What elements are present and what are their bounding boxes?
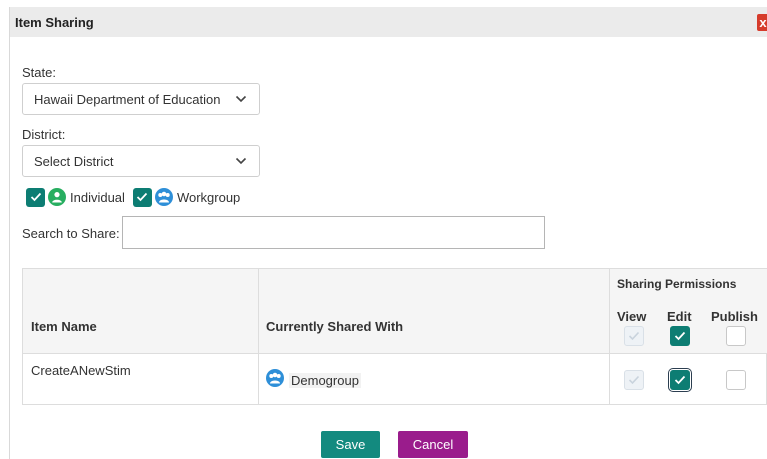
group-icon <box>266 369 284 387</box>
column-divider <box>609 269 610 404</box>
edit-header: Edit <box>667 309 692 324</box>
individual-label: Individual <box>70 189 125 205</box>
state-label: State: <box>22 65 56 80</box>
view-checkbox <box>624 370 644 390</box>
share-type-filters: Individual Workgroup <box>26 186 240 208</box>
shared-with-cell: Demogroup <box>289 373 361 388</box>
state-select[interactable]: Hawaii Department of Education <box>22 83 260 115</box>
search-input[interactable] <box>122 216 545 249</box>
dialog-title: Item Sharing <box>15 15 94 30</box>
sharing-permissions-header: Sharing Permissions <box>617 277 737 291</box>
checkmark-icon <box>674 375 686 385</box>
item-name-cell: CreateANewStim <box>31 363 131 378</box>
state-selected-value: Hawaii Department of Education <box>34 92 221 107</box>
column-divider <box>258 269 259 404</box>
person-icon <box>48 188 66 206</box>
checkmark-icon <box>628 331 640 341</box>
chevron-down-icon <box>235 95 247 103</box>
publish-checkbox[interactable] <box>726 370 746 390</box>
shared-with-header: Currently Shared With <box>266 319 404 334</box>
checkmark-icon <box>30 192 41 202</box>
edit-checkbox[interactable] <box>670 370 690 390</box>
checkmark-icon <box>628 375 640 385</box>
cancel-button[interactable]: Cancel <box>398 431 468 458</box>
save-button[interactable]: Save <box>321 431 380 458</box>
individual-checkbox[interactable] <box>26 187 45 207</box>
publish-header: Publish <box>711 309 758 324</box>
district-label: District: <box>22 127 66 142</box>
sharing-table: Item Name Currently Shared With Sharing … <box>22 268 767 405</box>
view-header: View <box>617 309 647 324</box>
close-icon: x <box>759 15 767 30</box>
close-button[interactable]: x <box>757 14 767 31</box>
checkmark-icon <box>137 192 148 202</box>
district-selected-value: Select District <box>34 154 114 169</box>
publish-all-checkbox[interactable] <box>726 326 746 346</box>
workgroup-checkbox[interactable] <box>132 187 152 207</box>
item-name-header: Item Name <box>31 319 97 334</box>
district-select[interactable]: Select District <box>22 145 260 177</box>
search-label: Search to Share: <box>22 226 120 241</box>
dialog-titlebar: Item Sharing x <box>10 7 767 37</box>
chevron-down-icon <box>235 157 247 165</box>
edit-all-checkbox[interactable] <box>670 326 690 346</box>
workgroup-label: Workgroup <box>176 189 241 205</box>
view-all-checkbox <box>624 326 644 346</box>
group-icon <box>154 188 173 206</box>
checkmark-icon <box>674 331 686 341</box>
